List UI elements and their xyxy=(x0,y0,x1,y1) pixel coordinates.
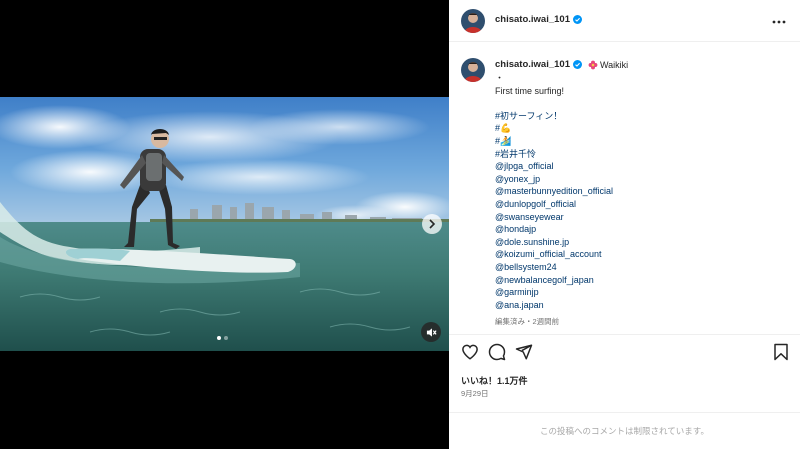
caption-line: ・ xyxy=(495,73,505,83)
mention-link[interactable]: @masterbunnyedition_official xyxy=(495,185,785,198)
media-pane xyxy=(0,0,449,449)
more-options-button[interactable] xyxy=(772,12,786,26)
chevron-right-icon xyxy=(429,219,436,229)
mention-link[interactable]: @garminjp xyxy=(495,286,785,299)
comment-button[interactable] xyxy=(488,343,506,366)
flower-icon xyxy=(588,60,598,69)
caption-username-link[interactable]: chisato.iwai_101 xyxy=(495,59,570,70)
edited-timestamp: 編集済み・2週間前 xyxy=(495,317,560,326)
hashtag-link[interactable]: #💪 xyxy=(495,122,785,135)
mention-link[interactable]: @yonex_jp xyxy=(495,173,785,186)
mention-link[interactable]: @dunlopgolf_official xyxy=(495,198,785,211)
verified-badge-icon xyxy=(572,15,582,24)
mention-link[interactable]: @ana.japan xyxy=(495,299,785,312)
mention-link[interactable]: @bellsystem24 xyxy=(495,261,785,274)
carousel-dot xyxy=(224,336,228,340)
mute-button[interactable] xyxy=(421,322,441,342)
mention-link[interactable]: @newbalancegolf_japan xyxy=(495,274,785,287)
caption-text: ・ First time surfing! #初サーフィン！ #💪 #🏄 #岩井千怜 @jl… xyxy=(495,72,785,311)
hashtag-link[interactable]: #初サーフィン！ xyxy=(495,110,785,123)
like-button[interactable] xyxy=(461,343,479,366)
muted-speaker-icon xyxy=(426,327,437,337)
share-button[interactable] xyxy=(515,343,533,366)
caption-line: First time surfing! xyxy=(495,85,565,96)
location-link[interactable]: Waikiki xyxy=(600,60,628,70)
surfing-photo xyxy=(0,97,449,351)
avatar[interactable] xyxy=(461,9,485,33)
verified-badge-icon xyxy=(572,60,582,69)
comment-icon xyxy=(488,343,506,361)
heart-icon xyxy=(462,344,478,360)
post-header: chisato.iwai_101 xyxy=(449,0,800,42)
carousel-indicator xyxy=(217,336,228,340)
next-photo-button[interactable] xyxy=(422,214,442,234)
mention-link[interactable]: @hondajp xyxy=(495,223,785,236)
mention-link[interactable]: @dole.sunshine.jp xyxy=(495,236,785,249)
caption-avatar[interactable] xyxy=(461,58,485,82)
post-side-panel: chisato.iwai_101 chisato.iwai_101 Waikik… xyxy=(449,0,800,449)
action-bar xyxy=(449,343,800,367)
caption-section: chisato.iwai_101 Waikiki ・ First time sur… xyxy=(449,43,800,335)
hashtag-link[interactable]: #岩井千怜 xyxy=(495,148,785,161)
username-link[interactable]: chisato.iwai_101 xyxy=(495,14,570,25)
header-user: chisato.iwai_101 xyxy=(495,14,582,25)
mention-link[interactable]: @jlpga_official xyxy=(495,160,785,173)
save-button[interactable] xyxy=(773,343,789,366)
more-icon xyxy=(772,20,786,24)
caption-line xyxy=(495,97,785,110)
carousel-dot xyxy=(217,336,221,340)
share-icon xyxy=(515,344,533,360)
mention-link[interactable]: @swanseyewear xyxy=(495,211,785,224)
bookmark-icon xyxy=(774,343,788,361)
mention-link[interactable]: @koizumi_official_account xyxy=(495,248,785,261)
comments-disabled-notice: この投稿へのコメントは制限されています。 xyxy=(449,412,800,449)
likes-count[interactable]: いいね！1.1万件 xyxy=(461,374,528,387)
post-date[interactable]: 9月29日 xyxy=(461,388,489,399)
hashtag-link[interactable]: #🏄 xyxy=(495,135,785,148)
caption-header: chisato.iwai_101 Waikiki xyxy=(495,59,628,70)
post-photo[interactable] xyxy=(0,97,449,351)
